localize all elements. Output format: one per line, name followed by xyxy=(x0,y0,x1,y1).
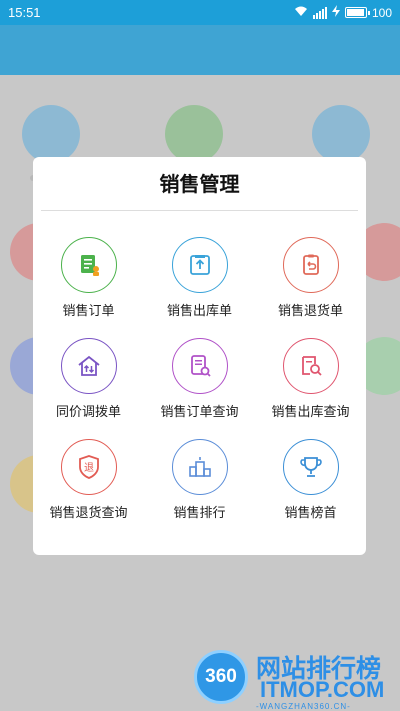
menu-item-label: 销售榜首 xyxy=(284,506,337,521)
bg-tile-icon xyxy=(312,105,370,163)
app-header xyxy=(0,25,400,75)
menu-item-sales-outbound[interactable]: 销售出库单 xyxy=(144,237,255,338)
transfer-house-icon xyxy=(60,338,117,394)
order-search-icon xyxy=(171,338,228,394)
bg-tile-icon xyxy=(165,105,223,163)
outbound-search-icon xyxy=(282,338,339,394)
menu-item-label: 销售出库单 xyxy=(166,304,232,319)
status-bar: 15:51 100 xyxy=(0,0,400,25)
battery-icon xyxy=(344,7,370,18)
menu-item-sales-order[interactable]: 销售订单 xyxy=(33,237,144,338)
watermark-badge: 360 xyxy=(194,650,248,704)
return-clipboard-icon xyxy=(282,237,339,293)
menu-item-return-query[interactable]: 退 销售退货查询 xyxy=(33,439,144,540)
outbound-box-icon xyxy=(171,237,228,293)
order-icon xyxy=(60,237,117,293)
watermark-logo: 360 网站排行榜 ITMOP.COM -WANGZHAN360.CN- xyxy=(190,645,400,711)
menu-item-label: 销售订单 xyxy=(62,304,115,319)
watermark-subtitle: ITMOP.COM xyxy=(260,677,385,702)
battery-percent: 100 xyxy=(371,5,392,20)
menu-item-label: 销售退货查询 xyxy=(49,506,128,521)
signal-icon xyxy=(312,6,327,19)
menu-item-sales-ranking[interactable]: 销售排行 xyxy=(144,439,255,540)
menu-item-label: 销售订单查询 xyxy=(160,405,239,420)
sales-management-dialog: 销售管理 销售订单 销售出库单 销售退货单 同价调拨单 销售订单查询 销售出库查… xyxy=(33,157,366,555)
dialog-title: 销售管理 xyxy=(159,172,240,196)
trophy-icon xyxy=(282,439,339,495)
wifi-icon xyxy=(294,6,308,20)
svg-text:退: 退 xyxy=(84,462,94,474)
menu-item-label: 销售退货单 xyxy=(277,304,343,319)
status-time: 15:51 xyxy=(8,5,41,20)
bg-tile-icon xyxy=(22,105,80,163)
menu-item-sales-top[interactable]: 销售榜首 xyxy=(255,439,366,540)
menu-item-label: 同价调拨单 xyxy=(55,405,121,420)
ranking-podium-icon xyxy=(171,439,228,495)
menu-item-order-query[interactable]: 销售订单查询 xyxy=(144,338,255,439)
status-indicators: 100 xyxy=(294,5,392,20)
menu-grid: 销售订单 销售出库单 销售退货单 同价调拨单 销售订单查询 销售出库查询 退 销… xyxy=(33,237,366,540)
charging-icon xyxy=(331,5,340,20)
menu-item-price-transfer[interactable]: 同价调拨单 xyxy=(33,338,144,439)
title-divider xyxy=(41,210,358,211)
menu-item-sales-return[interactable]: 销售退货单 xyxy=(255,237,366,338)
menu-item-outbound-query[interactable]: 销售出库查询 xyxy=(255,338,366,439)
return-shield-icon: 退 xyxy=(60,439,117,495)
menu-item-label: 销售排行 xyxy=(173,506,226,521)
watermark-url: -WANGZHAN360.CN- xyxy=(256,702,351,711)
menu-item-label: 销售出库查询 xyxy=(271,405,350,420)
